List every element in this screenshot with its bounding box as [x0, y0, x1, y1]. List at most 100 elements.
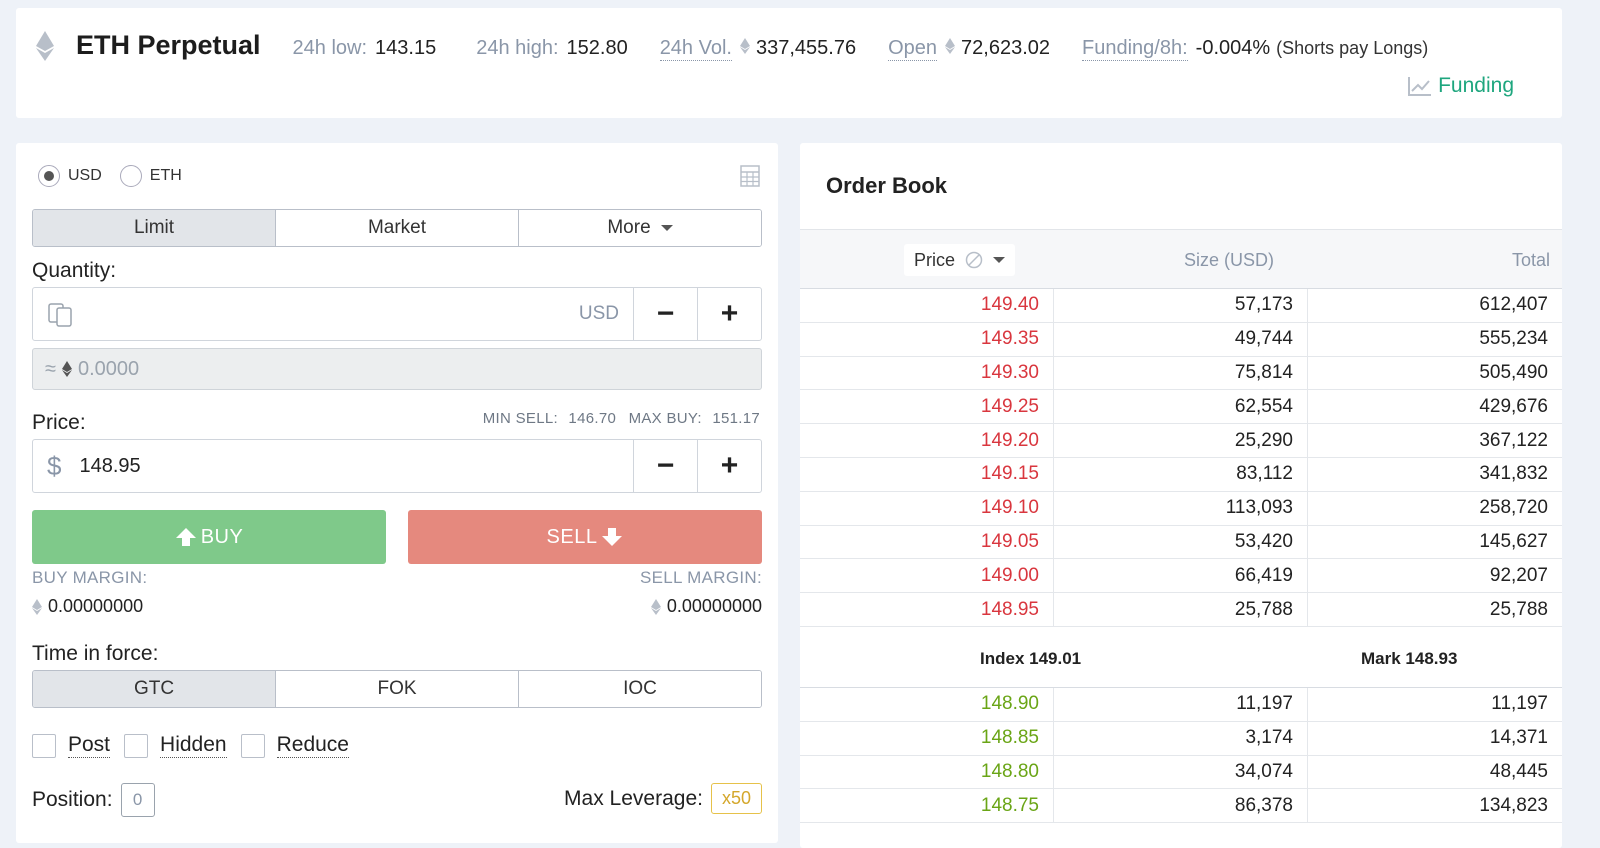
calculator-icon[interactable]: [740, 165, 760, 187]
chart-line-icon: [1408, 77, 1432, 96]
index-price: Index 149.01: [980, 649, 1082, 668]
total-column-label: Total: [1511, 250, 1550, 270]
eth-radio[interactable]: [119, 165, 142, 187]
arrow-up-icon: [175, 528, 196, 546]
buy-button[interactable]: BUY: [32, 510, 386, 564]
price-cell: 148.95: [800, 593, 1054, 626]
size-cell: 53,420: [1054, 525, 1308, 559]
order-book-panel: Order Book Price Size (USD) Total 149.40…: [800, 143, 1562, 848]
ask-row[interactable]: 149.25 62,554 429,676: [800, 390, 1562, 425]
total-cell: 48,445: [1489, 760, 1548, 782]
position-badge: 0: [120, 783, 155, 817]
funding-note: (Shorts pay Longs): [1276, 38, 1429, 58]
min-sell-label: MIN SELL:: [482, 410, 558, 427]
price-decrement-button[interactable]: −: [633, 440, 697, 492]
price-cell: 149.30: [800, 356, 1054, 390]
price-input[interactable]: $ 148.95: [33, 440, 633, 492]
tab-more-label: More: [607, 217, 651, 238]
index-mark-row: Index 149.01 Mark 148.93: [800, 627, 1562, 688]
ask-row[interactable]: 149.10 113,093 258,720: [800, 491, 1562, 526]
price-increment-button[interactable]: +: [697, 440, 761, 492]
size-cell: 86,378: [1054, 789, 1308, 823]
bid-row[interactable]: 148.75 86,378 134,823: [800, 789, 1562, 824]
open-label[interactable]: Open: [888, 37, 938, 61]
ask-rows: 149.40 57,173 612,407 149.35 49,744 555,234 14…: [800, 289, 1562, 627]
size-cell: 62,554: [1054, 390, 1308, 424]
tab-fok[interactable]: FOK: [276, 671, 519, 707]
total-cell: 341,832: [1479, 463, 1548, 485]
post-checkbox[interactable]: [32, 733, 56, 758]
reduce-checkbox[interactable]: [240, 733, 265, 758]
tab-ioc[interactable]: IOC: [519, 671, 761, 707]
price-cell: 149.15: [800, 457, 1054, 491]
sell-button-label: SELL: [546, 525, 598, 548]
hidden-checkbox[interactable]: [124, 733, 149, 758]
open-value: 72,623.02: [961, 37, 1051, 59]
total-cell: 555,234: [1479, 328, 1548, 350]
total-cell: 505,490: [1479, 361, 1548, 383]
size-cell: 113,093: [1054, 491, 1308, 525]
quantity-decrement-button[interactable]: −: [633, 288, 697, 340]
quantity-input[interactable]: USD: [33, 288, 633, 340]
currency-toggle: USD ETH: [38, 165, 192, 187]
ask-row[interactable]: 148.95 25,788 25,788: [800, 593, 1562, 627]
bid-row[interactable]: 148.90 11,197 11,197: [800, 688, 1562, 722]
volume-label[interactable]: 24h Vol.: [659, 37, 732, 61]
total-cell: 25,788: [1489, 598, 1548, 620]
ethereum-small-icon: [650, 598, 661, 615]
time-in-force-label: Time in force:: [32, 642, 159, 665]
low-value: 143.15: [375, 37, 437, 59]
funding-link-label: Funding: [1438, 74, 1514, 97]
tab-gtc[interactable]: GTC: [33, 671, 276, 707]
market-header: ETH Perpetual 24h low: 143.15 24h high: …: [16, 8, 1562, 118]
ethereum-small-icon: [61, 361, 72, 377]
chevron-down-icon: [993, 257, 1006, 263]
order-book-header: Price Size (USD) Total: [800, 229, 1562, 289]
funding-label[interactable]: Funding/8h:: [1082, 37, 1188, 61]
price-column-label: Price: [914, 249, 956, 270]
ask-row[interactable]: 149.05 53,420 145,627: [800, 525, 1562, 560]
bid-row[interactable]: 148.80 34,074 48,445: [800, 755, 1562, 790]
usd-radio[interactable]: [38, 165, 60, 187]
eth-equivalent-field: ≈ 0.0000: [32, 348, 762, 390]
price-cell: 149.05: [800, 525, 1054, 559]
ask-row[interactable]: 149.40 57,173 612,407: [800, 289, 1562, 323]
size-cell: 25,788: [1054, 593, 1308, 626]
buy-margin-value: 0.00000000: [48, 596, 144, 616]
tab-market[interactable]: Market: [276, 210, 519, 246]
max-leverage-badge[interactable]: x50: [710, 783, 762, 814]
total-cell: 258,720: [1479, 497, 1548, 519]
sell-margin: 0.00000000: [650, 596, 762, 617]
funding-chart-link[interactable]: Funding: [1408, 74, 1514, 98]
order-book-title: Order Book: [826, 173, 948, 198]
sell-button[interactable]: SELL: [408, 510, 762, 564]
bid-row[interactable]: 148.85 3,174 14,371: [800, 721, 1562, 756]
size-cell: 83,112: [1054, 457, 1308, 491]
ask-row[interactable]: 149.20 25,290 367,122: [800, 424, 1562, 458]
approx-symbol: ≈: [45, 357, 56, 380]
ask-row[interactable]: 149.35 49,744 555,234: [800, 322, 1562, 357]
ethereum-small-icon: [945, 38, 956, 54]
size-cell: 11,197: [1054, 688, 1308, 721]
ask-row[interactable]: 149.15 83,112 341,832: [800, 457, 1562, 492]
buy-margin-label: BUY MARGIN:: [32, 568, 148, 587]
buy-margin: 0.00000000: [32, 596, 143, 617]
eth-radio-label: ETH: [149, 167, 182, 184]
order-type-tabs: Limit Market More: [32, 209, 762, 247]
chevron-down-icon: [660, 225, 673, 231]
post-label: Post: [68, 733, 111, 758]
ask-row[interactable]: 149.00 66,419 92,207: [800, 559, 1562, 594]
size-cell: 3,174: [1054, 721, 1308, 755]
market-title: ETH Perpetual: [76, 30, 261, 60]
ask-row[interactable]: 149.30 75,814 505,490: [800, 356, 1562, 391]
price-grouping-dropdown[interactable]: Price: [904, 244, 1016, 276]
quantity-increment-button[interactable]: +: [697, 288, 761, 340]
tab-more[interactable]: More: [519, 210, 761, 246]
total-cell: 145,627: [1479, 530, 1548, 552]
ban-icon: [965, 251, 983, 269]
tab-limit[interactable]: Limit: [33, 210, 276, 246]
size-cell: 49,744: [1054, 322, 1308, 356]
quantity-label: Quantity:: [32, 259, 117, 282]
order-options: Post Hidden Reduce: [32, 733, 363, 758]
order-entry-panel: USD ETH Limit Market More Quantity: USD …: [16, 143, 778, 843]
